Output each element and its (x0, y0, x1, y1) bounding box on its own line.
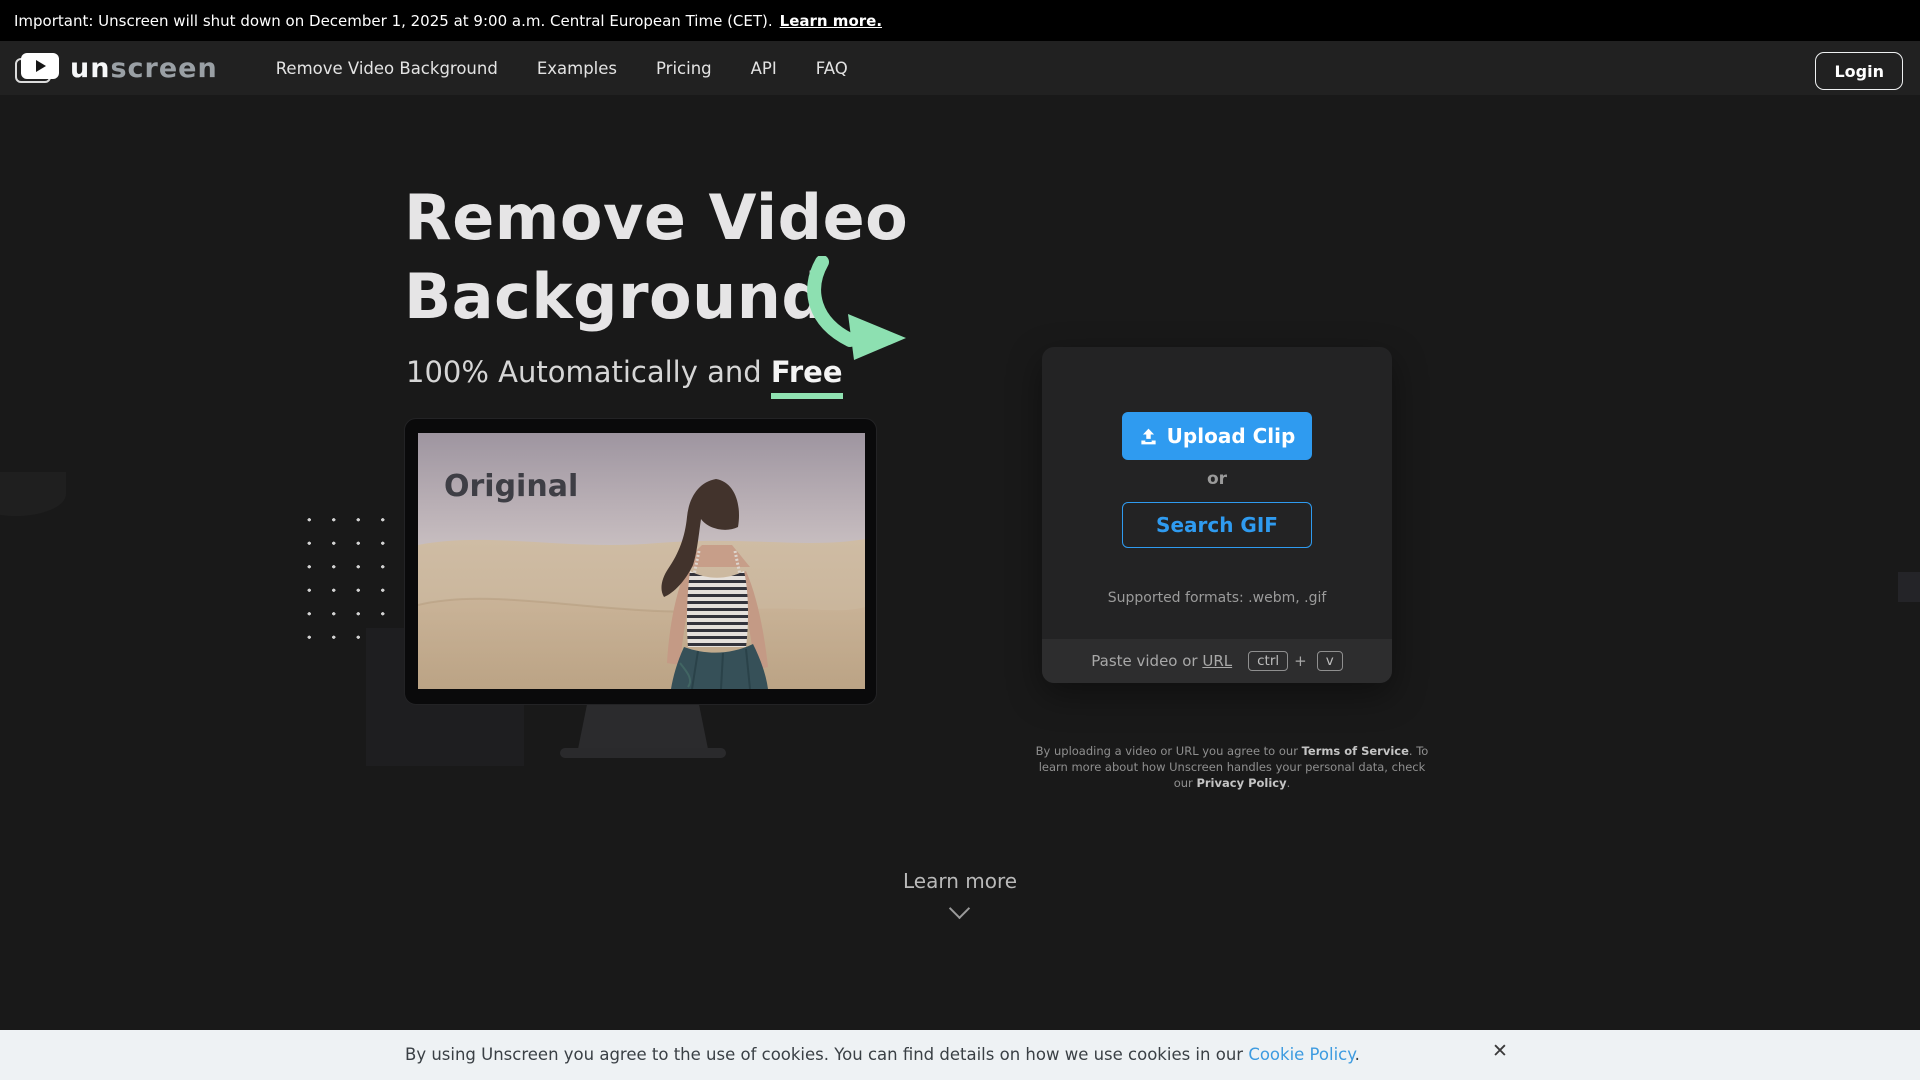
cookie-policy-link[interactable]: Cookie Policy (1248, 1045, 1354, 1064)
shutdown-learn-more-link[interactable]: Learn more. (780, 12, 882, 30)
v-key: v (1317, 651, 1343, 671)
search-gif-button[interactable]: Search GIF (1122, 502, 1312, 548)
unscreen-logo-icon (14, 51, 62, 85)
shutdown-banner: Important: Unscreen will shut down on De… (0, 0, 1920, 41)
cookie-banner: By using Unscreen you agree to the use o… (0, 1030, 1920, 1080)
learn-more-link[interactable]: Learn more (0, 869, 1920, 893)
nav-item-examples[interactable]: Examples (537, 59, 617, 78)
original-video: Original (418, 433, 865, 689)
or-divider: or (1042, 469, 1392, 489)
login-button[interactable]: Login (1815, 52, 1903, 90)
close-icon[interactable]: ✕ (1492, 1040, 1508, 1062)
ctrl-key: ctrl (1248, 651, 1288, 671)
play-icon (36, 60, 46, 72)
nav-links: Remove Video Background Examples Pricing… (276, 59, 848, 78)
logo[interactable]: unscreen (14, 51, 218, 85)
chevron-down-icon[interactable] (949, 898, 970, 919)
monitor-base (560, 748, 726, 758)
monitor: Original (404, 418, 877, 705)
legal-text: By uploading a video or URL you agree to… (1032, 744, 1432, 792)
decor-edge-square (1898, 572, 1920, 602)
shutdown-banner-text: Important: Unscreen will shut down on De… (14, 12, 773, 30)
upload-clip-button[interactable]: Upload Clip (1122, 412, 1312, 460)
logo-wordmark: unscreen (70, 53, 218, 84)
paste-bar: Paste video or URL ctrl + v (1042, 639, 1392, 683)
page: Important: Unscreen will shut down on De… (0, 0, 1920, 1080)
nav-item-faq[interactable]: FAQ (816, 59, 848, 78)
nav-item-remove-video-background[interactable]: Remove Video Background (276, 59, 498, 78)
curved-arrow-icon (800, 256, 912, 362)
decor-semicircle (0, 472, 66, 516)
cookie-text: By using Unscreen you agree to the use o… (405, 1030, 1360, 1080)
nav-item-api[interactable]: API (751, 59, 777, 78)
nav-item-pricing[interactable]: Pricing (656, 59, 712, 78)
upload-card: Upload Clip or Search GIF Supported form… (1042, 347, 1392, 683)
monitor-stand (578, 704, 708, 749)
privacy-policy-link[interactable]: Privacy Policy (1196, 776, 1286, 790)
supported-formats: Supported formats: .webm, .gif (1042, 590, 1392, 606)
upload-icon (1139, 427, 1158, 446)
original-label: Original (444, 469, 578, 504)
navbar: unscreen Remove Video Background Example… (0, 41, 1920, 95)
url-link[interactable]: URL (1202, 652, 1232, 670)
hero-subtitle: 100% Automatically and Free (406, 355, 843, 389)
terms-of-service-link[interactable]: Terms of Service (1302, 744, 1409, 758)
